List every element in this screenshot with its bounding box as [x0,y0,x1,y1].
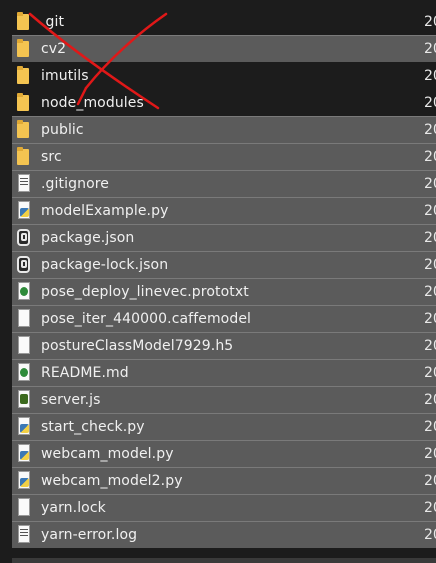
file-date: 20 [424,230,436,246]
file-date: 20 [424,446,436,462]
file-date: 20 [424,67,436,84]
file-name: package-lock.json [41,257,169,273]
file-icon [17,498,31,518]
file-row[interactable]: cv2 20 [12,35,436,62]
javascript-file-icon [17,390,31,410]
json-file-icon [17,228,31,248]
file-row[interactable]: postureClassModel7929.h5 20 [12,332,436,359]
file-name: public [41,122,84,138]
file-name: .gitignore [41,176,109,192]
folder-icon [17,120,31,140]
folder-icon [17,92,31,113]
file-name: src [41,149,62,165]
file-row[interactable]: public 20 [12,116,436,143]
file-row[interactable]: .git 20 [12,8,436,35]
folder-icon [17,147,31,167]
file-date: 20 [424,203,436,219]
markdown-file-icon [17,282,31,302]
file-date: 20 [424,338,436,354]
file-row[interactable]: node_modules 20 [12,89,436,116]
file-name: postureClassModel7929.h5 [41,338,234,354]
file-name: imutils [41,67,89,84]
python-file-icon [17,417,31,437]
file-row[interactable]: webcam_model.py 20 [12,440,436,467]
horizontal-scrollbar[interactable] [12,558,436,563]
file-name: yarn-error.log [41,527,138,543]
file-date: 20 [424,473,436,489]
file-row[interactable]: server.js 20 [12,386,436,413]
file-date: 20 [424,176,436,192]
file-row[interactable]: yarn-error.log 20 [12,521,436,548]
folder-icon [17,65,31,86]
file-date: 20 [424,122,436,138]
file-row[interactable]: start_check.py 20 [12,413,436,440]
file-row[interactable]: webcam_model2.py 20 [12,467,436,494]
file-name: server.js [41,392,101,408]
file-date: 20 [424,311,436,327]
markdown-file-icon [17,363,31,383]
file-icon [17,336,31,356]
text-file-icon [17,174,31,194]
file-row[interactable]: package-lock.json 20 [12,251,436,278]
python-file-icon [17,444,31,464]
file-date: 20 [424,41,436,57]
file-name: start_check.py [41,419,145,435]
file-date: 20 [424,149,436,165]
file-name: package.json [41,230,135,246]
folder-icon [17,11,31,32]
file-date: 20 [424,94,436,111]
file-date: 20 [424,257,436,273]
file-row[interactable]: README.md 20 [12,359,436,386]
file-row[interactable]: src 20 [12,143,436,170]
python-file-icon [17,471,31,491]
file-date: 20 [424,419,436,435]
file-row[interactable]: .gitignore 20 [12,170,436,197]
file-name: webcam_model2.py [41,473,183,489]
python-file-icon [17,201,31,221]
file-name: pose_iter_440000.caffemodel [41,311,252,327]
file-date: 20 [424,365,436,381]
file-row[interactable]: imutils 20 [12,62,436,89]
file-date: 20 [424,284,436,300]
file-row[interactable]: modelExample.py 20 [12,197,436,224]
file-date: 20 [424,13,436,30]
text-file-icon [17,525,31,545]
file-name: cv2 [41,41,67,57]
file-date: 20 [424,392,436,408]
file-date: 20 [424,500,436,516]
file-icon [17,309,31,329]
file-row[interactable]: pose_iter_440000.caffemodel 20 [12,305,436,332]
file-row[interactable]: yarn.lock 20 [12,494,436,521]
file-row[interactable]: package.json 20 [12,224,436,251]
file-name: node_modules [41,94,144,111]
file-date: 20 [424,527,436,543]
file-name: webcam_model.py [41,446,174,462]
folder-icon [17,39,31,59]
file-row[interactable]: pose_deploy_linevec.prototxt 20 [12,278,436,305]
file-name: pose_deploy_linevec.prototxt [41,284,249,300]
file-name: modelExample.py [41,203,169,219]
file-name: README.md [41,365,129,381]
file-name: .git [41,13,65,30]
json-file-icon [17,255,31,275]
file-name: yarn.lock [41,500,106,516]
